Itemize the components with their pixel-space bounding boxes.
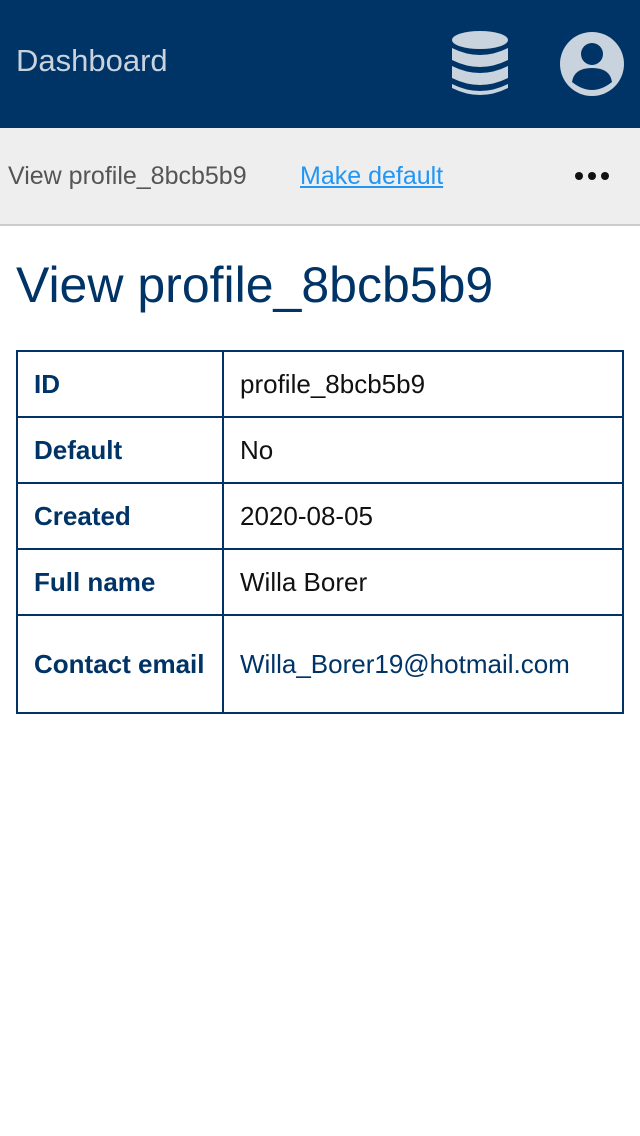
contact-email-link[interactable]: Willa_Borer19@hotmail.com [240, 649, 570, 679]
table-row: Full name Willa Borer [16, 548, 624, 616]
profile-details-table: ID profile_8bcb5b9 Default No Created 20… [16, 350, 624, 714]
dashboard-link[interactable]: Dashboard [16, 42, 168, 80]
table-row: Default No [16, 416, 624, 484]
breadcrumb: View profile_8bcb5b9 [8, 162, 247, 190]
row-value: profile_8bcb5b9 [222, 350, 624, 418]
table-row: Contact email Willa_Borer19@hotmail.com [16, 614, 624, 714]
top-navigation-bar: Dashboard [0, 0, 640, 128]
row-value: No [222, 416, 624, 484]
table-row: ID profile_8bcb5b9 [16, 350, 624, 418]
ellipsis-icon[interactable] [572, 166, 612, 186]
row-label: Full name [16, 548, 224, 616]
row-label: Default [16, 416, 224, 484]
row-label: Created [16, 482, 224, 550]
row-value: 2020-08-05 [222, 482, 624, 550]
page-title: View profile_8bcb5b9 [16, 257, 494, 313]
table-row: Created 2020-08-05 [16, 482, 624, 550]
row-value: Willa_Borer19@hotmail.com [222, 614, 624, 714]
row-label: Contact email [16, 614, 224, 714]
user-account-icon[interactable] [558, 30, 626, 98]
row-label: ID [16, 350, 224, 418]
row-value: Willa Borer [222, 548, 624, 616]
make-default-link[interactable]: Make default [300, 161, 443, 191]
database-icon[interactable] [448, 30, 512, 98]
